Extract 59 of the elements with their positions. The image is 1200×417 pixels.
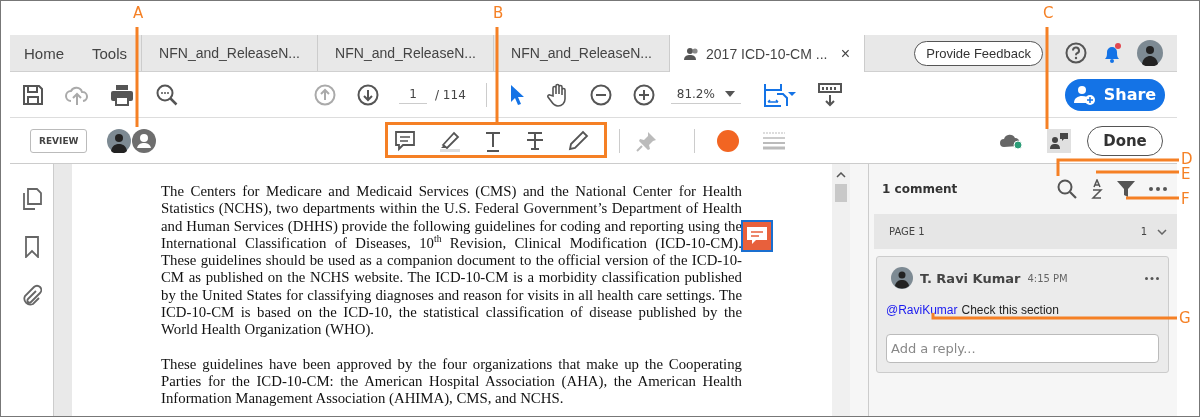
pencil-icon[interactable] <box>566 129 589 152</box>
filter-icon[interactable] <box>1117 180 1135 198</box>
sort-icon[interactable] <box>1091 179 1103 199</box>
page-group-header[interactable]: PAGE 1 1 <box>874 214 1177 249</box>
callout-label: F <box>1181 189 1190 209</box>
hand-icon[interactable] <box>546 82 569 107</box>
avatar <box>891 267 913 289</box>
document-paragraph: These guidelines have been approved by the four organizations that make up the Cooperating Parties for the ICD-10-CM: the American Hospital Association (AHA), the American Health Information Management Association (AHIMA), CMS, and NCHS. <box>161 355 742 408</box>
reply-field[interactable]: Add a reply... <box>886 334 1159 363</box>
comment-author: T. Ravi Kumar <box>920 270 1021 286</box>
search-icon[interactable] <box>155 82 179 107</box>
fit-page-icon[interactable] <box>762 81 797 108</box>
print-icon[interactable] <box>110 83 134 106</box>
comment-time: 4:15 PM <box>1027 272 1068 284</box>
caret-icon <box>724 91 735 97</box>
people-icon <box>684 46 701 61</box>
paperclip-icon[interactable] <box>21 284 42 306</box>
mention-link[interactable]: @RaviKumar <box>886 303 958 317</box>
more-icon[interactable] <box>1149 187 1167 191</box>
callout-label: B <box>493 3 504 23</box>
sticky-note-icon[interactable] <box>741 220 773 252</box>
highlighter-icon[interactable] <box>437 129 462 152</box>
zoom-in-icon[interactable] <box>632 83 655 106</box>
tab[interactable]: 2017 ICD-10-CM ... × <box>669 35 866 72</box>
chevron-down-icon <box>1157 228 1167 235</box>
share-button[interactable]: Share <box>1065 78 1165 111</box>
feedback-button[interactable]: Provide Feedback <box>914 40 1043 66</box>
arrow-down-icon[interactable] <box>357 83 379 106</box>
comment-text: Check this section <box>961 303 1059 317</box>
page-number-field[interactable]: 1 <box>399 85 427 104</box>
more-icon[interactable] <box>1145 276 1159 280</box>
callout-label: G <box>1179 308 1191 328</box>
comment-people-icon[interactable] <box>1047 128 1071 153</box>
scrollbar-thumb[interactable] <box>835 184 847 202</box>
comment-count: 1 comment <box>882 182 958 196</box>
callout-label: C <box>1043 3 1054 23</box>
scroll-up-icon[interactable] <box>836 172 846 178</box>
user-icon[interactable] <box>132 128 157 153</box>
strikethrough-text-icon[interactable] <box>525 129 546 152</box>
page-total: / 114 <box>435 87 466 102</box>
add-person-icon <box>1073 84 1096 105</box>
review-button[interactable]: REVIEW <box>30 128 88 153</box>
bookmark-icon[interactable] <box>23 236 40 258</box>
comment-card[interactable]: T. Ravi Kumar 4:15 PM @RaviKumar Check this section Add a reply... <box>876 256 1169 373</box>
zoom-dropdown[interactable]: 81.2% <box>670 85 741 104</box>
callout-label: A <box>133 3 144 23</box>
pages-icon[interactable] <box>21 188 42 210</box>
done-button[interactable]: Done <box>1087 125 1163 156</box>
avatar[interactable] <box>107 128 132 153</box>
save-icon[interactable] <box>22 83 44 106</box>
ruler-icon[interactable] <box>817 82 842 107</box>
comment-icon[interactable] <box>394 129 417 152</box>
leader-line <box>1126 196 1179 200</box>
document-paragraph: The Centers for Medicare and Medicaid Services (CMS) and the National Center for Health Statistics (NCHS), two departments within the U.S. Federal Government’s Department of Health and Human Services (DHHS) provide the following guidelines for coding and reporting using the International Classification of Diseases, 10$^{th}$ Revision, Clinical Modification (ICD-10-CM). These guidelines should be used as a companion document to the official version of the ICD-10-CM as published on the NCHS website. The ICD-10-CM is a morbidity classification published by the United States for classifying diagnoses and reason for visits in all health care settings. The ICD-10-CM is based on the ICD-10, the statistical classification of disease published by the World Health Organization (WHO). <box>161 183 742 339</box>
color-swatch[interactable] <box>717 129 740 152</box>
zoom-out-icon[interactable] <box>589 83 612 106</box>
avatar[interactable] <box>1137 40 1163 66</box>
search-icon[interactable] <box>1057 179 1077 199</box>
help-icon[interactable] <box>1065 42 1087 64</box>
